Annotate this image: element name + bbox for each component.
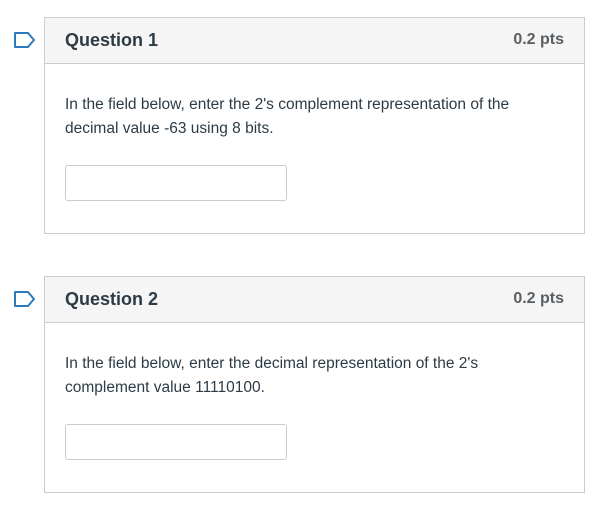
- flag-question-icon[interactable]: [13, 290, 37, 308]
- question-card: Question 2 0.2 pts In the field below, e…: [44, 276, 585, 493]
- question-points: 0.2 pts: [513, 290, 564, 307]
- question-header: Question 1 0.2 pts: [45, 18, 584, 64]
- question-points: 0.2 pts: [513, 31, 564, 48]
- question-card: Question 1 0.2 pts In the field below, e…: [44, 17, 585, 234]
- question-header: Question 2 0.2 pts: [45, 277, 584, 323]
- question-title: Question 1: [65, 30, 159, 50]
- flag-question-icon[interactable]: [13, 31, 37, 49]
- answer-input[interactable]: [65, 424, 287, 460]
- question-text: In the field below, enter the decimal re…: [65, 355, 479, 396]
- answer-input[interactable]: [65, 165, 287, 201]
- question-text: In the field below, enter the 2's comple…: [65, 96, 510, 137]
- question-title: Question 2: [65, 289, 159, 309]
